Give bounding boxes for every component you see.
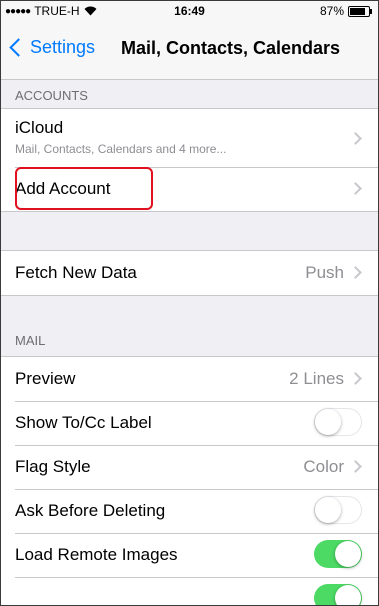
load-remote-images-toggle[interactable]	[314, 540, 362, 568]
ask-before-deleting-row: Ask Before Deleting	[1, 489, 378, 533]
icloud-services: Mail, Contacts, Calendars and 4 more...	[15, 142, 227, 156]
chevron-right-icon	[349, 182, 362, 195]
back-button[interactable]: Settings	[7, 37, 95, 58]
preview-value: 2 Lines	[289, 369, 344, 388]
fetch-new-data-value: Push	[305, 263, 344, 282]
load-remote-images-label: Load Remote Images	[15, 545, 178, 564]
account-row-icloud[interactable]: iCloud Mail, Contacts, Calendars and 4 m…	[1, 109, 378, 167]
battery-percent: 87%	[319, 4, 344, 18]
chevron-right-icon	[349, 266, 362, 279]
flag-style-label: Flag Style	[15, 457, 91, 476]
status-bar: ●●●●● TRUE-H 16:49 87%	[1, 1, 378, 21]
load-remote-images-row: Load Remote Images	[1, 533, 378, 577]
battery-icon	[348, 5, 372, 17]
chevron-left-icon	[9, 38, 28, 57]
accounts-section-header: ACCOUNTS	[15, 88, 88, 103]
flag-style-row[interactable]: Flag Style Color	[1, 445, 378, 489]
organize-by-thread-toggle[interactable]	[314, 584, 362, 605]
flag-style-value: Color	[303, 457, 344, 476]
chevron-right-icon	[349, 460, 362, 473]
show-tocc-toggle[interactable]	[314, 408, 362, 436]
show-tocc-row: Show To/Cc Label	[1, 401, 378, 445]
navigation-bar: Settings Mail, Contacts, Calendars	[1, 21, 378, 80]
settings-screen: ●●●●● TRUE-H 16:49 87% Settings Mail, Co…	[0, 0, 379, 606]
add-account-row[interactable]: Add Account	[1, 167, 378, 211]
add-account-label: Add Account	[15, 179, 111, 198]
back-button-label: Settings	[30, 37, 96, 57]
ask-before-deleting-toggle[interactable]	[314, 496, 362, 524]
icloud-label: iCloud	[15, 118, 64, 137]
fetch-new-data-label: Fetch New Data	[15, 263, 137, 282]
ask-before-deleting-label: Ask Before Deleting	[15, 501, 166, 520]
page-title: Mail, Contacts, Calendars	[121, 38, 341, 58]
fetch-new-data-row[interactable]: Fetch New Data Push	[1, 251, 378, 295]
mail-group: Preview 2 Lines Show To/Cc Label Flag St…	[1, 356, 378, 605]
show-tocc-label: Show To/Cc Label	[15, 413, 152, 432]
mail-section-header: MAIL	[15, 333, 46, 348]
fetch-group: Fetch New Data Push	[1, 250, 378, 296]
organize-by-thread-row	[1, 577, 378, 605]
chevron-right-icon	[349, 372, 362, 385]
chevron-right-icon	[349, 132, 362, 145]
preview-label: Preview	[15, 369, 76, 388]
preview-row[interactable]: Preview 2 Lines	[1, 357, 378, 401]
accounts-group: iCloud Mail, Contacts, Calendars and 4 m…	[1, 108, 378, 212]
